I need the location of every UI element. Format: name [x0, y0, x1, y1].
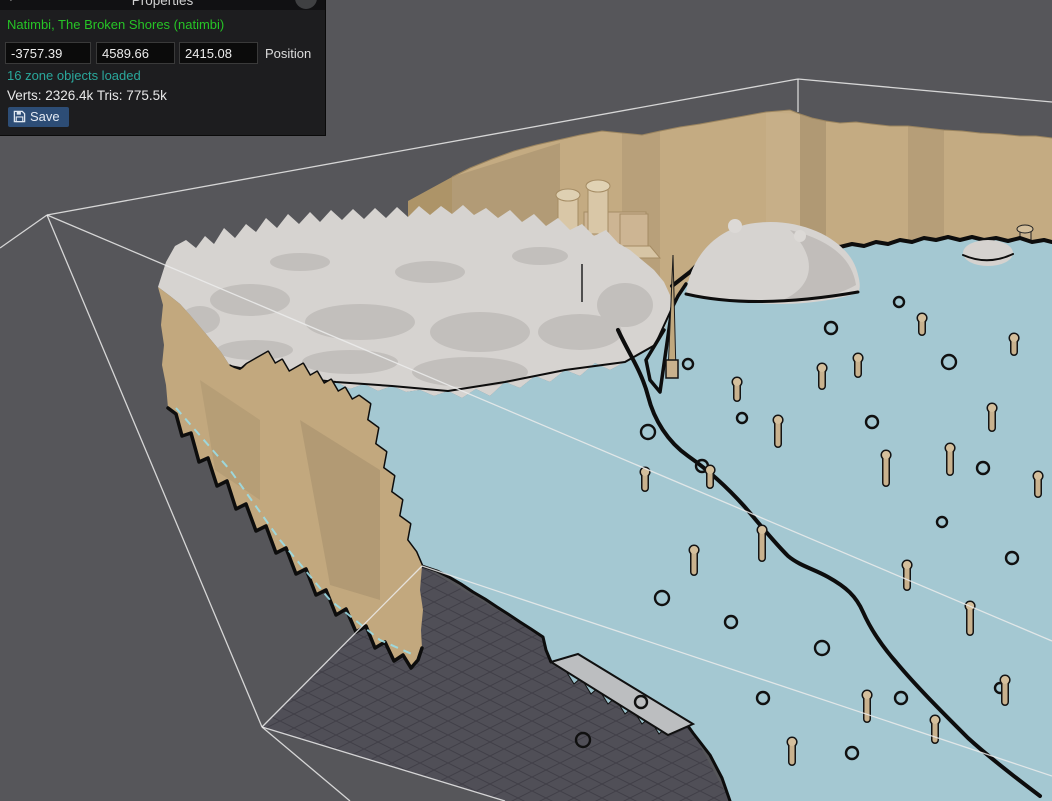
save-button[interactable]: Save	[8, 107, 69, 127]
properties-panel: ▼ Properties Natimbi, The Broken Shores …	[0, 0, 326, 136]
position-y-input[interactable]	[96, 42, 175, 64]
panel-title: Properties	[0, 0, 325, 10]
save-button-label: Save	[30, 109, 60, 124]
save-floppy-icon	[13, 110, 26, 123]
panel-header[interactable]: ▼ Properties	[0, 0, 325, 10]
position-x-input[interactable]	[5, 42, 91, 64]
zone-name-label: Natimbi, The Broken Shores (natimbi)	[7, 17, 224, 32]
zone-objects-status: 16 zone objects loaded	[7, 68, 141, 83]
app-window: ▼ Properties Natimbi, The Broken Shores …	[0, 0, 1052, 801]
position-label: Position	[265, 46, 311, 61]
collapse-arrow-icon[interactable]: ▼	[6, 0, 16, 4]
position-z-input[interactable]	[179, 42, 258, 64]
mesh-stats-label: Verts: 2326.4k Tris: 775.5k	[7, 88, 167, 103]
